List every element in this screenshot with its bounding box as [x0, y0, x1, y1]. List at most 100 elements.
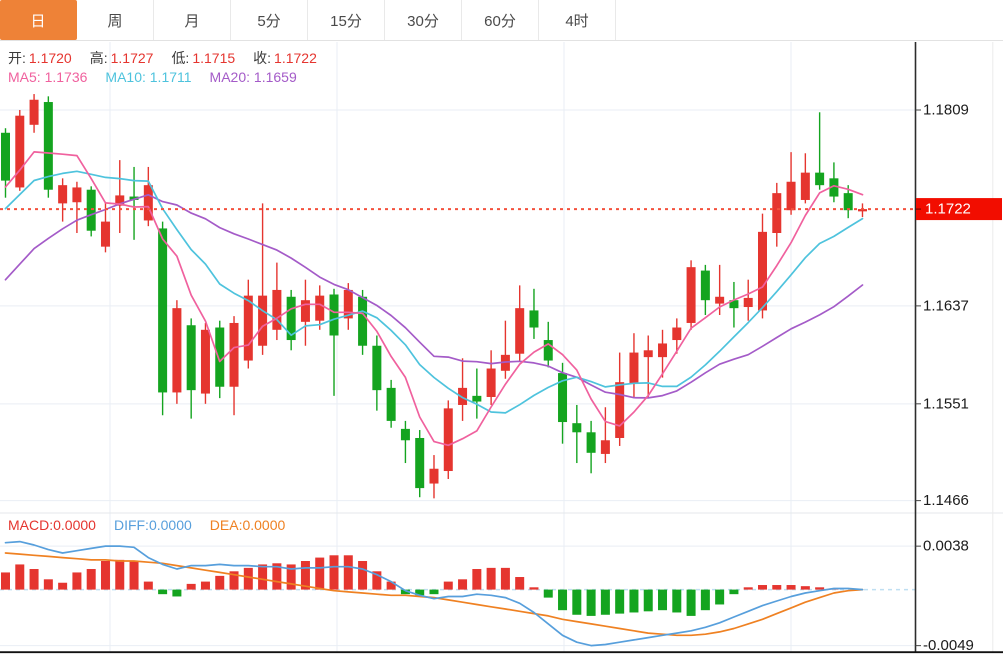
candle[interactable]: [800, 153, 810, 204]
price-axis-label: 1.1637: [923, 297, 969, 314]
candle[interactable]: [43, 96, 53, 198]
macd-bar: [43, 579, 53, 590]
candle-body: [586, 432, 596, 453]
trading-chart-app: 日周月 5分 15分 30分 60分 4时 1.1809 1.1637 1.1551 1.146…: [0, 0, 1003, 660]
tab-5min[interactable]: 5分: [231, 0, 308, 40]
candle-body: [158, 228, 168, 393]
candle[interactable]: [458, 358, 468, 421]
tab-day[interactable]: 日: [0, 0, 77, 40]
candle[interactable]: [272, 262, 282, 341]
macd-bar: [615, 589, 625, 614]
candlestick-chart-canvas[interactable]: 1.1809 1.1637 1.1551 1.1466 0.0038 -0.0049 1.1…: [0, 0, 1003, 660]
candle[interactable]: [815, 112, 825, 190]
macd-bar: [658, 589, 668, 611]
macd-bar: [143, 581, 153, 590]
tab-60min[interactable]: 60分: [462, 0, 539, 40]
candle[interactable]: [829, 162, 839, 203]
candle[interactable]: [658, 329, 668, 378]
candle-body: [658, 343, 668, 358]
candle[interactable]: [300, 279, 310, 346]
tab-15min[interactable]: 15分: [308, 0, 385, 40]
candle[interactable]: [643, 335, 653, 397]
macd-bar: [200, 581, 210, 590]
candle-body: [58, 185, 68, 204]
candle[interactable]: [415, 430, 425, 498]
macd-bar: [343, 555, 353, 590]
candle[interactable]: [672, 318, 682, 354]
candle[interactable]: [529, 288, 539, 339]
macd-readout: MACD: 0.0000: [8, 517, 96, 533]
candle[interactable]: [558, 362, 568, 444]
macd-bar: [543, 589, 553, 598]
low-label: 低:: [171, 50, 190, 66]
ma10-readout: MA10: 1.1711: [105, 69, 191, 85]
candle[interactable]: [29, 94, 39, 133]
diff-value: 0.0000: [148, 517, 192, 533]
tab-30min[interactable]: 30分: [385, 0, 462, 40]
candle[interactable]: [386, 379, 396, 428]
candle[interactable]: [700, 264, 710, 315]
candle[interactable]: [243, 279, 253, 369]
candle[interactable]: [229, 316, 239, 416]
ma-legend: MA5: 1.1736 MA10: 1.1711 MA20: 1.1659: [8, 69, 315, 85]
candle-body: [229, 322, 239, 387]
candle[interactable]: [586, 420, 596, 474]
macd-bar: [772, 585, 782, 590]
candle[interactable]: [58, 178, 68, 222]
candle[interactable]: [372, 335, 382, 411]
candle[interactable]: [15, 110, 25, 191]
candle[interactable]: [757, 213, 767, 319]
candle[interactable]: [400, 420, 410, 464]
candle[interactable]: [172, 300, 182, 404]
candle[interactable]: [615, 352, 625, 446]
macd-bar: [558, 589, 568, 611]
candle-body: [1, 132, 10, 181]
price-axis-label: 1.1809: [923, 102, 969, 119]
tab-week[interactable]: 周: [77, 0, 154, 40]
candle[interactable]: [472, 368, 482, 419]
candle[interactable]: [786, 152, 796, 215]
candle[interactable]: [286, 289, 296, 351]
candles: [1, 94, 867, 499]
timeframe-tabbar: 日周月 5分 15分 30分 60分 4时: [0, 0, 1003, 41]
candle[interactable]: [772, 182, 782, 247]
candle[interactable]: [686, 260, 696, 330]
candle[interactable]: [857, 203, 867, 218]
price-axis-label: 1.1466: [923, 492, 969, 509]
macd-bar: [15, 564, 25, 590]
close-readout: 收: 1.1722: [253, 48, 317, 68]
candle[interactable]: [158, 221, 168, 416]
candle[interactable]: [743, 279, 753, 321]
candle[interactable]: [115, 160, 125, 233]
candle[interactable]: [258, 203, 268, 355]
candle-body: [329, 294, 339, 336]
candle[interactable]: [129, 166, 139, 240]
candle[interactable]: [572, 404, 582, 464]
candle[interactable]: [486, 350, 496, 405]
candle[interactable]: [729, 281, 739, 328]
macd-bar: [115, 559, 125, 590]
candle[interactable]: [629, 333, 639, 397]
candle[interactable]: [429, 455, 439, 499]
macd-bar: [443, 581, 453, 590]
candle[interactable]: [86, 186, 96, 237]
candle-body: [600, 440, 610, 454]
macd-bar: [700, 589, 710, 611]
candle-body: [415, 437, 425, 489]
candle[interactable]: [515, 285, 525, 361]
tab-4hour[interactable]: 4时: [539, 0, 616, 40]
macd-bar: [729, 589, 739, 595]
candle-body: [800, 172, 810, 200]
macd-legend: MACD: 0.0000 DIFF: 0.0000 DEA: 0.0000: [8, 517, 303, 533]
ma10-label: MA10:: [105, 69, 146, 85]
candle-body: [486, 368, 496, 397]
candle[interactable]: [500, 320, 510, 379]
macd-bar: [715, 589, 725, 605]
candle-body: [100, 221, 110, 247]
candle-body: [443, 408, 453, 472]
tab-month[interactable]: 月: [154, 0, 231, 40]
candle[interactable]: [443, 400, 453, 479]
candle[interactable]: [72, 181, 82, 233]
dea-label: DEA:: [209, 517, 243, 533]
candle[interactable]: [200, 322, 210, 404]
